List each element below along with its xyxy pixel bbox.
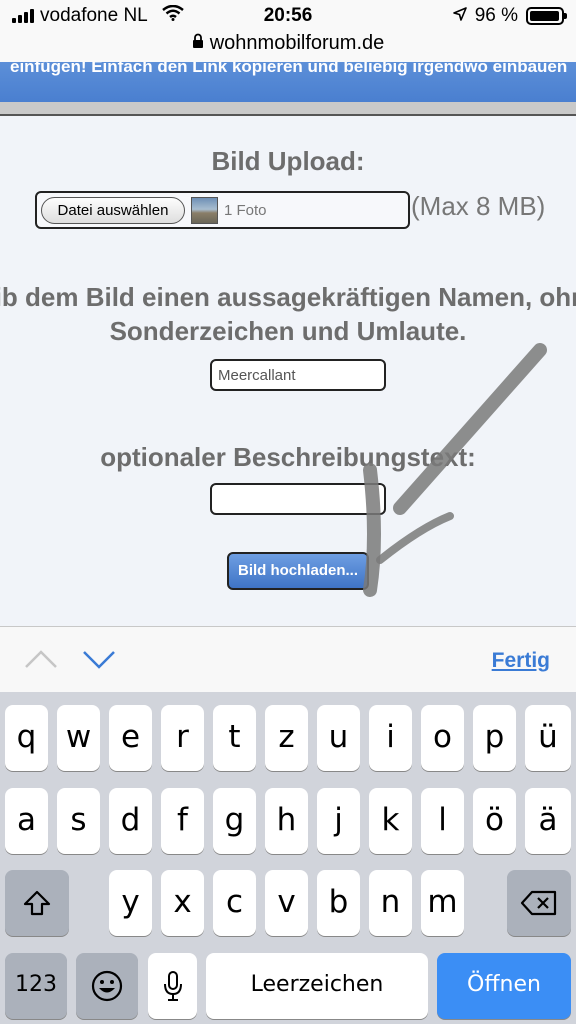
key-v[interactable]: v <box>265 870 308 936</box>
name-instruction-line2: Sonderzeichen und Umlaute. <box>109 316 467 346</box>
emoji-icon <box>91 970 123 1002</box>
upload-title: Bild Upload: <box>211 146 365 176</box>
description-label: optionaler Beschreibungstext: <box>100 442 476 472</box>
info-banner: einfügen! Einfach den Link kopieren und … <box>0 62 576 102</box>
key-u[interactable]: u <box>317 705 360 771</box>
description-input[interactable] <box>210 483 386 515</box>
next-field-chevron-down-icon[interactable] <box>82 649 116 674</box>
shift-arrow-icon <box>23 890 51 916</box>
file-count: 1 Foto <box>224 202 267 219</box>
key-z[interactable]: z <box>265 705 308 771</box>
image-name-input[interactable]: Meercallant <box>210 359 386 391</box>
key-c[interactable]: c <box>213 870 256 936</box>
numbers-key[interactable]: 123 <box>5 953 67 1019</box>
name-instruction-line1: Gib dem Bild einen aussagekräftigen Name… <box>0 282 576 312</box>
status-bar: vodafone NL 20:56 96 % <box>0 0 576 32</box>
key-f[interactable]: f <box>161 788 204 854</box>
key-a-umlaut[interactable]: ä <box>525 788 571 854</box>
key-e[interactable]: e <box>109 705 152 771</box>
key-s[interactable]: s <box>57 788 100 854</box>
key-b[interactable]: b <box>317 870 360 936</box>
key-n[interactable]: n <box>369 870 412 936</box>
shift-key[interactable] <box>5 870 69 936</box>
keyboard-accessory-bar: Fertig <box>0 626 576 692</box>
previous-field-chevron-up-icon[interactable] <box>24 649 58 674</box>
status-right: 96 % <box>452 5 567 27</box>
backspace-key[interactable] <box>507 870 571 936</box>
dictation-key[interactable] <box>148 953 197 1019</box>
key-t[interactable]: t <box>213 705 256 771</box>
key-y[interactable]: y <box>109 870 152 936</box>
file-input[interactable]: Datei auswählen 1 Foto <box>35 191 410 229</box>
key-r[interactable]: r <box>161 705 204 771</box>
photo-thumbnail <box>191 197 218 224</box>
upload-form: Bild Upload: Datei auswählen 1 Foto (Max… <box>0 118 576 626</box>
max-size-label: (Max 8 MB) <box>411 191 546 221</box>
key-g[interactable]: g <box>213 788 256 854</box>
key-u-umlaut[interactable]: ü <box>525 705 571 771</box>
open-return-key[interactable]: Öffnen <box>437 953 571 1019</box>
key-l[interactable]: l <box>421 788 464 854</box>
done-button[interactable]: Fertig <box>492 649 550 673</box>
banner-text: einfügen! Einfach den Link kopieren und … <box>10 62 568 76</box>
key-x[interactable]: x <box>161 870 204 936</box>
microphone-icon <box>163 971 182 1001</box>
onscreen-keyboard: q w e r t z u i o p ü a s d f g h j k l … <box>0 692 576 1024</box>
location-icon <box>452 5 467 27</box>
key-i[interactable]: i <box>369 705 412 771</box>
name-instruction: Gib dem Bild einen aussagekräftigen Name… <box>0 280 576 348</box>
emoji-key[interactable] <box>76 953 138 1019</box>
divider-strip <box>0 102 576 116</box>
key-p[interactable]: p <box>473 705 516 771</box>
key-a[interactable]: a <box>5 788 48 854</box>
key-q[interactable]: q <box>5 705 48 771</box>
key-d[interactable]: d <box>109 788 152 854</box>
battery-icon <box>526 7 567 25</box>
backspace-icon <box>520 890 557 916</box>
url-bar[interactable]: wohnmobilforum.de <box>0 32 576 62</box>
space-key[interactable]: Leerzeichen <box>206 953 428 1019</box>
key-o-umlaut[interactable]: ö <box>473 788 516 854</box>
battery-percent: 96 % <box>474 5 518 26</box>
upload-image-button[interactable]: Bild hochladen... <box>227 552 369 590</box>
lock-icon <box>192 32 204 55</box>
choose-file-button[interactable]: Datei auswählen <box>41 197 185 224</box>
url-domain: wohnmobilforum.de <box>209 32 385 54</box>
key-h[interactable]: h <box>265 788 308 854</box>
key-m[interactable]: m <box>421 870 464 936</box>
key-w[interactable]: w <box>57 705 100 771</box>
key-k[interactable]: k <box>369 788 412 854</box>
key-j[interactable]: j <box>317 788 360 854</box>
key-o[interactable]: o <box>421 705 464 771</box>
